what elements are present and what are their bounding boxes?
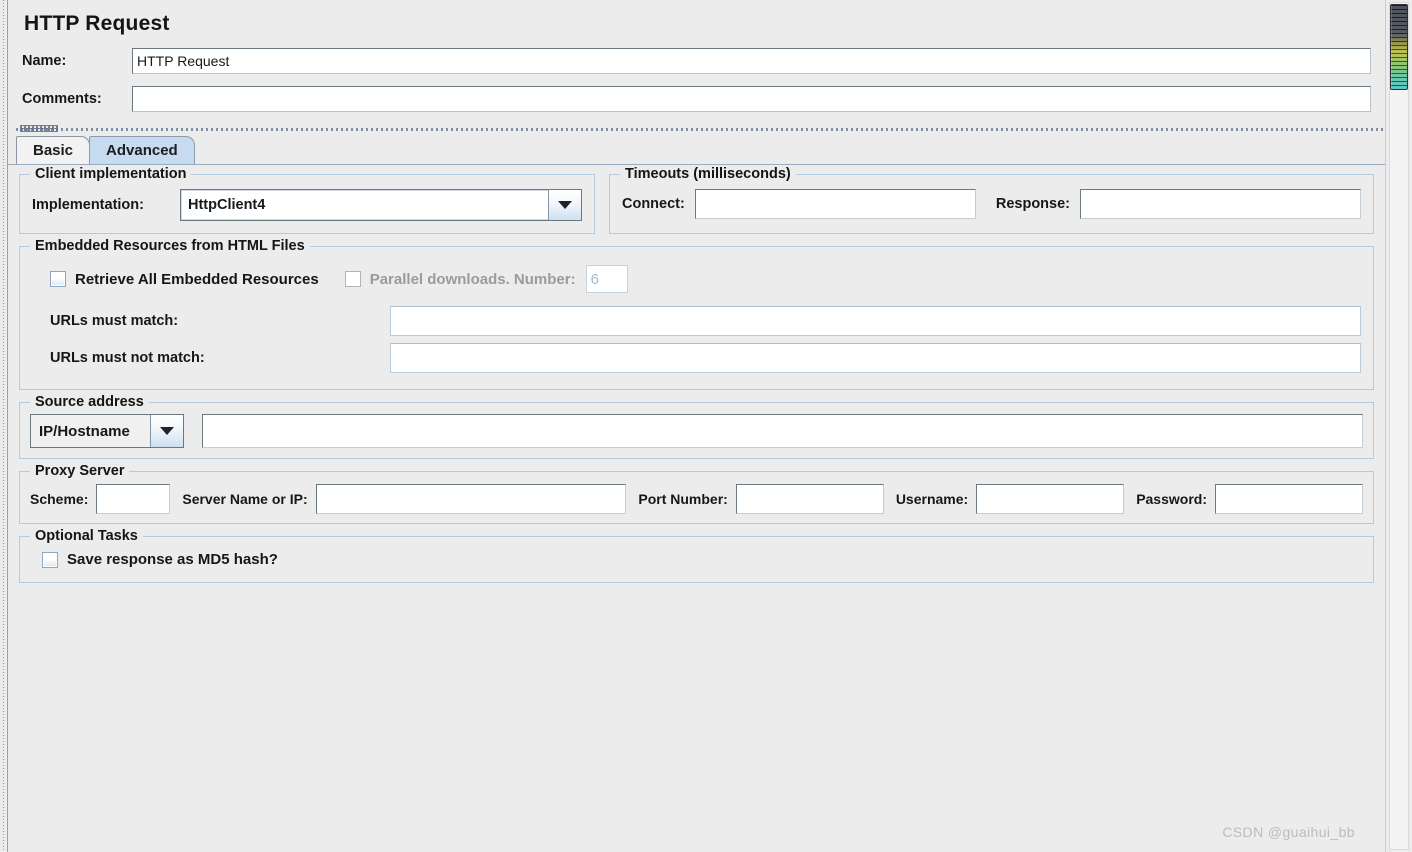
name-input[interactable] [132, 48, 1371, 74]
name-field-row: Name: [22, 48, 1371, 74]
response-timeout-label: Response: [995, 196, 1070, 212]
save-response-md5-label: Save response as MD5 hash? [67, 551, 278, 568]
proxy-username-label: Username: [895, 491, 969, 507]
urls-must-not-match-label: URLs must not match: [50, 350, 205, 366]
implementation-row: Implementation: HttpClient4 [32, 189, 582, 221]
source-address-type-combobox-button[interactable] [151, 415, 183, 447]
top-groups-row: Client implementation Implementation: Ht… [19, 166, 1374, 234]
request-header-area: HTTP Request Name: Comments: [8, 0, 1385, 124]
name-label: Name: [22, 53, 67, 69]
implementation-combobox-value: HttpClient4 [181, 190, 548, 220]
proxy-password-input[interactable] [1215, 484, 1363, 514]
connect-timeout-input[interactable] [694, 189, 976, 219]
urls-must-match-row: URLs must match: [32, 303, 1361, 340]
embedded-resources-group: Embedded Resources from HTML Files Retri… [19, 238, 1374, 390]
md5-hash-row: Save response as MD5 hash? [32, 551, 1361, 568]
proxy-server-group: Proxy Server Scheme: Server Name or IP: … [19, 463, 1374, 524]
proxy-password-label: Password: [1136, 491, 1207, 507]
timeouts-legend: Timeouts (milliseconds) [620, 166, 796, 182]
watermark-text: CSDN @guaihui_bb [1222, 824, 1355, 840]
comments-label: Comments: [22, 91, 102, 107]
parallel-downloads-number-input[interactable] [585, 265, 628, 293]
vertical-scrollbar[interactable] [1385, 0, 1412, 852]
embedded-checkbox-row: Retrieve All Embedded Resources Parallel… [32, 261, 1361, 303]
proxy-port-label: Port Number: [638, 491, 728, 507]
proxy-server-legend: Proxy Server [30, 463, 130, 479]
proxy-port-input[interactable] [735, 484, 884, 514]
retrieve-embedded-resources-checkbox[interactable] [50, 271, 66, 287]
urls-must-match-label: URLs must match: [50, 313, 179, 329]
source-address-row: IP/Hostname [30, 414, 1363, 448]
panel-splitter[interactable] [8, 124, 1385, 135]
urls-must-match-input[interactable] [390, 306, 1361, 336]
proxy-server-row: Scheme: Server Name or IP: Port Number: … [30, 484, 1363, 514]
implementation-label: Implementation: [32, 197, 144, 213]
optional-tasks-group: Optional Tasks Save response as MD5 hash… [19, 528, 1374, 583]
scrollbar-track[interactable] [1389, 2, 1409, 850]
proxy-scheme-label: Scheme: [30, 491, 89, 507]
splitter-dots [16, 128, 1383, 131]
comments-field-row: Comments: [22, 86, 1371, 112]
client-implementation-legend: Client implementation [30, 166, 192, 182]
page-title: HTTP Request [24, 12, 170, 35]
tab-advanced[interactable]: Advanced [89, 136, 195, 164]
implementation-combobox-button[interactable] [548, 190, 581, 220]
source-address-type-combobox[interactable]: IP/Hostname [30, 414, 184, 448]
tab-strip: Basic Advanced [8, 135, 1385, 164]
retrieve-embedded-resources-label: Retrieve All Embedded Resources [75, 270, 319, 288]
proxy-username-input[interactable] [976, 484, 1125, 514]
window-left-gutter [0, 0, 7, 852]
proxy-scheme-input[interactable] [96, 484, 171, 514]
optional-tasks-legend: Optional Tasks [30, 528, 143, 544]
implementation-combobox[interactable]: HttpClient4 [180, 189, 582, 221]
tab-basic[interactable]: Basic [16, 136, 91, 164]
source-address-group: Source address IP/Hostname [19, 394, 1374, 459]
chevron-down-icon [558, 201, 572, 209]
embedded-resources-legend: Embedded Resources from HTML Files [30, 238, 310, 254]
timeouts-row: Connect: Response: [622, 189, 1362, 219]
save-response-md5-checkbox[interactable] [42, 551, 58, 568]
urls-must-not-match-row: URLs must not match: [32, 340, 1361, 377]
source-address-legend: Source address [30, 394, 149, 410]
http-request-config-window: HTTP Request Name: Comments: Basic Advan… [0, 0, 1412, 852]
urls-must-not-match-input[interactable] [390, 343, 1361, 373]
source-address-type-value: IP/Hostname [31, 415, 151, 447]
proxy-server-name-label: Server Name or IP: [182, 491, 308, 507]
response-timeout-input[interactable] [1080, 189, 1362, 219]
parallel-downloads-checkbox[interactable] [344, 271, 361, 287]
proxy-server-name-input[interactable] [315, 484, 627, 514]
client-implementation-group: Client implementation Implementation: Ht… [19, 166, 595, 234]
scrollbar-thumb[interactable] [1390, 4, 1408, 90]
timeouts-group: Timeouts (milliseconds) Connect: Respons… [609, 166, 1374, 234]
advanced-tab-panel: Client implementation Implementation: Ht… [8, 164, 1385, 852]
main-content-column: HTTP Request Name: Comments: Basic Advan… [7, 0, 1385, 852]
source-address-input[interactable] [202, 414, 1363, 448]
comments-input[interactable] [132, 86, 1371, 112]
parallel-downloads-label: Parallel downloads. Number: [369, 270, 576, 288]
chevron-down-icon [160, 427, 174, 435]
connect-timeout-label: Connect: [622, 196, 685, 212]
splitter-grip-handle[interactable] [20, 125, 58, 132]
